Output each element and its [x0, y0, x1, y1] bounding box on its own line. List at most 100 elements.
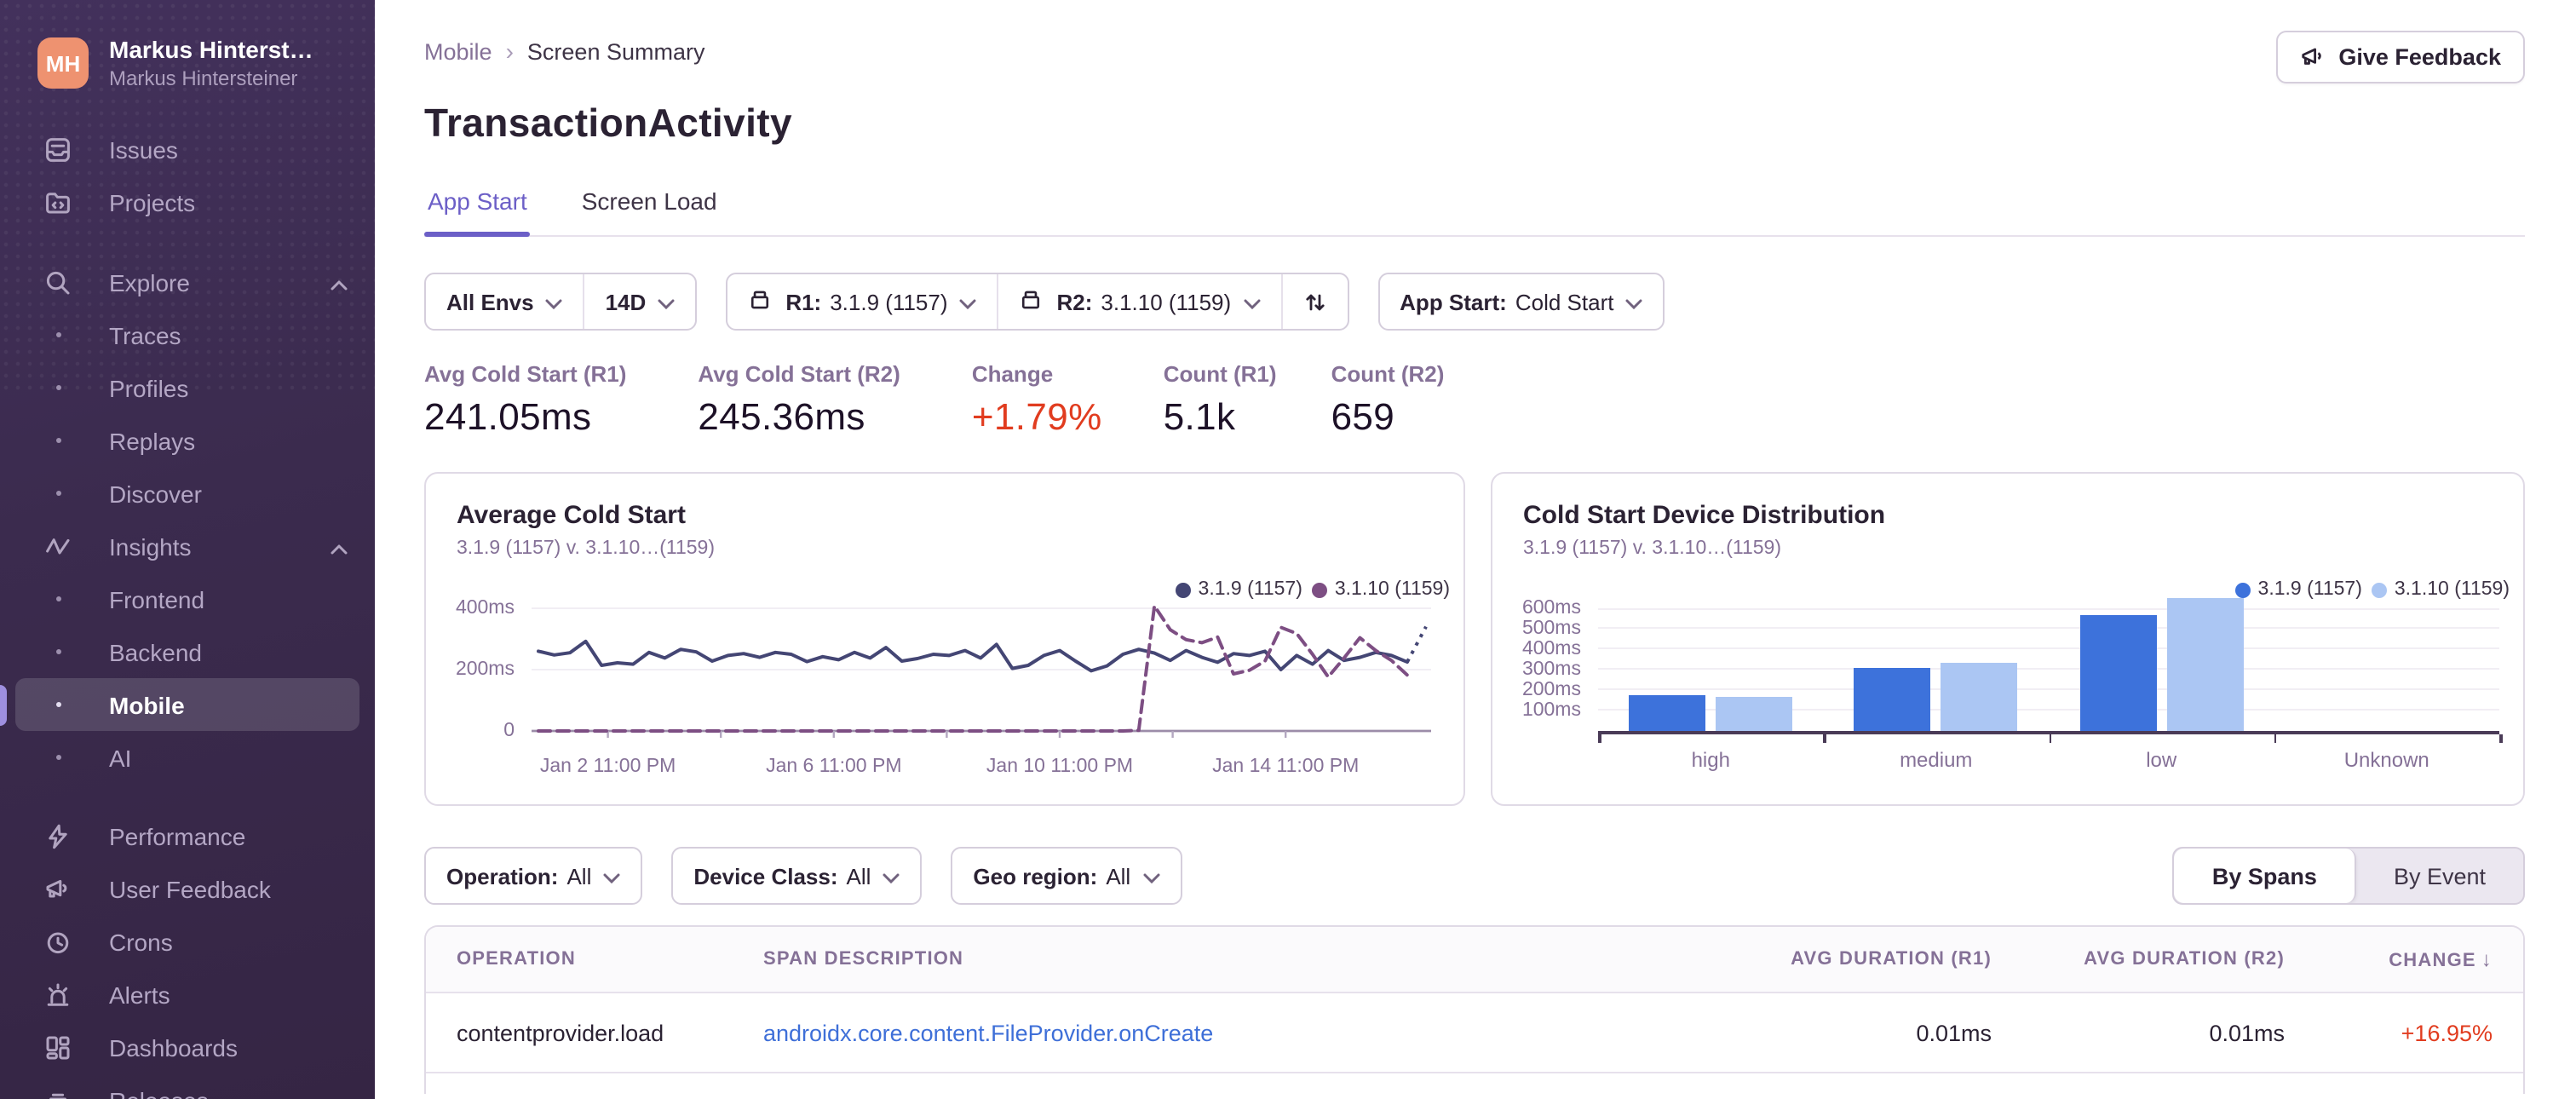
- legend-label: 3.1.9 (1157): [1198, 579, 1302, 600]
- device-class-filter-group: Device Class: All: [671, 847, 923, 905]
- device-distribution-chart-card: Cold Start Device Distribution 3.1.9 (11…: [1491, 472, 2525, 806]
- sidebar-item-insights[interactable]: Insights: [0, 520, 375, 573]
- sidebar-item-explore[interactable]: Explore: [0, 256, 375, 308]
- sidebar-item-label: Insights: [109, 532, 192, 560]
- bullet-icon: [44, 491, 72, 496]
- sidebar-item-frontend[interactable]: Frontend: [0, 573, 375, 625]
- search-icon: [44, 268, 72, 296]
- sidebar-item-label: Frontend: [109, 585, 205, 613]
- cell-operation: contentprovider.load: [457, 1020, 664, 1045]
- bar-group-unknown[interactable]: [2274, 598, 2500, 731]
- sidebar-item-discover[interactable]: Discover: [0, 467, 375, 520]
- org-switcher[interactable]: MH Markus Hinterst… Markus Hintersteiner: [37, 36, 354, 90]
- sidebar-item-dashboards[interactable]: Dashboards: [0, 1021, 375, 1073]
- sidebar-item-label: Issues: [109, 135, 178, 163]
- bullet-icon: [44, 385, 72, 390]
- column-header-avg-duration-r2[interactable]: AVG DURATION (R2): [1992, 949, 2285, 970]
- environment-filter[interactable]: All Envs: [426, 274, 584, 329]
- release-1-filter[interactable]: R1: 3.1.9 (1157): [727, 274, 997, 329]
- cell-span-description-link[interactable]: androidx.core.content.FileProvider.onCre…: [763, 1020, 1702, 1045]
- chart-title: Cold Start Device Distribution: [1523, 501, 1886, 530]
- swap-releases-button[interactable]: [1280, 274, 1347, 329]
- give-feedback-label: Give Feedback: [2338, 44, 2501, 70]
- breadcrumb-mobile[interactable]: Mobile: [424, 38, 492, 64]
- sidebar-item-user-feedback[interactable]: User Feedback: [0, 862, 375, 915]
- column-header-change[interactable]: CHANGE ↓: [2285, 947, 2523, 971]
- sidebar-item-issues[interactable]: Issues: [0, 123, 375, 175]
- breadcrumb-current: Screen Summary: [526, 38, 705, 64]
- bar[interactable]: [1716, 696, 1793, 731]
- chevron-up-icon[interactable]: [331, 268, 348, 296]
- y-axis-labels: 0 200ms 400ms: [455, 597, 515, 740]
- release-icon: [1020, 287, 1044, 316]
- operation-filter[interactable]: Operation: All: [426, 849, 641, 903]
- projects-icon: [44, 188, 72, 216]
- sidebar: MH Markus Hinterst… Markus Hintersteiner…: [0, 0, 375, 1099]
- column-header-operation[interactable]: OPERATION: [426, 949, 763, 970]
- sidebar-item-projects[interactable]: Projects: [0, 175, 375, 228]
- table-row-partial[interactable]: [426, 1073, 2523, 1094]
- sidebar-item-label: User Feedback: [109, 875, 271, 902]
- tab-screen-load[interactable]: Screen Load: [578, 187, 721, 235]
- sidebar-item-ai[interactable]: AI: [0, 731, 375, 784]
- by-spans-toggle[interactable]: By Spans: [2174, 849, 2356, 903]
- chevron-up-icon[interactable]: [331, 532, 348, 560]
- device-class-filter[interactable]: Device Class: All: [673, 849, 920, 903]
- sidebar-item-releases[interactable]: Releases: [0, 1073, 375, 1099]
- sidebar-item-performance[interactable]: Performance: [0, 809, 375, 862]
- sidebar-item-label: Dashboards: [109, 1033, 238, 1061]
- sidebar-item-label: Profiles: [109, 374, 189, 401]
- app-start-type-group: App Start: Cold Start: [1377, 273, 1665, 331]
- env-date-filter-group: All Envs 14D: [424, 273, 698, 331]
- bar-group-high[interactable]: [1598, 598, 1824, 731]
- geo-region-filter[interactable]: Geo region: All: [952, 849, 1180, 903]
- chart-subtitle: 3.1.9 (1157) v. 3.1.10…(1159): [457, 538, 716, 559]
- megaphone-icon: [44, 875, 72, 902]
- cell-avg-duration-r2: 0.01ms: [2209, 1020, 2285, 1045]
- line-chart-plot[interactable]: 0 200ms 400ms Jan 2 11:00 PM Jan 6 11:00 PM…: [456, 597, 1440, 784]
- user-name: Markus Hintersteiner: [109, 66, 298, 90]
- sidebar-item-label: Performance: [109, 822, 246, 849]
- sidebar-item-backend[interactable]: Backend: [0, 625, 375, 678]
- app-start-type-filter[interactable]: App Start: Cold Start: [1379, 274, 1663, 329]
- bar[interactable]: [2166, 598, 2244, 731]
- by-event-toggle[interactable]: By Event: [2356, 849, 2523, 903]
- app-root: MH Markus Hinterst… Markus Hintersteiner…: [0, 0, 2576, 1099]
- tab-app-start[interactable]: App Start: [424, 187, 532, 237]
- sidebar-item-profiles[interactable]: Profiles: [0, 361, 375, 414]
- geo-region-filter-group: Geo region: All: [951, 847, 1182, 905]
- swap-icon: [1305, 293, 1324, 310]
- date-range-filter[interactable]: 14D: [583, 274, 696, 329]
- sidebar-item-label: Crons: [109, 928, 173, 955]
- legend-dot-r2: [2372, 582, 2388, 597]
- chevron-down-icon: [1243, 289, 1260, 314]
- legend-dot-r2: [1312, 582, 1328, 597]
- bar-chart-plot[interactable]: 100ms 200ms 300ms 400ms 500ms 600ms high mediu…: [1522, 598, 2502, 772]
- sidebar-item-alerts[interactable]: Alerts: [0, 968, 375, 1021]
- table-row[interactable]: contentprovider.load androidx.core.conte…: [426, 993, 2523, 1073]
- bar[interactable]: [1629, 695, 1706, 731]
- insights-icon: [44, 532, 72, 560]
- bar[interactable]: [2079, 614, 2157, 731]
- metric-avg-cold-start-r2: Avg Cold Start (R2) 245.36ms: [698, 361, 900, 438]
- spans-table: OPERATION SPAN DESCRIPTION AVG DURATION …: [424, 925, 2525, 1094]
- bar[interactable]: [1854, 667, 1931, 731]
- sidebar-nav: Issues Projects Explore Traces Profiles …: [0, 123, 375, 1099]
- column-header-span-description[interactable]: SPAN DESCRIPTION: [763, 949, 1702, 970]
- chevron-down-icon: [658, 289, 675, 314]
- sidebar-item-crons[interactable]: Crons: [0, 915, 375, 968]
- chart-title: Average Cold Start: [457, 501, 686, 530]
- metric-count-r2: Count (R2) 659: [1331, 361, 1445, 438]
- column-header-avg-duration-r1[interactable]: AVG DURATION (R1): [1702, 949, 1992, 970]
- give-feedback-button[interactable]: Give Feedback: [2275, 31, 2525, 83]
- sidebar-item-traces[interactable]: Traces: [0, 308, 375, 361]
- sidebar-item-mobile[interactable]: Mobile: [15, 678, 359, 731]
- release-icon: [748, 287, 772, 316]
- legend-dot-r1: [2235, 582, 2251, 597]
- sidebar-item-replays[interactable]: Replays: [0, 414, 375, 467]
- release-2-filter[interactable]: R2: 3.1.10 (1159): [997, 274, 1281, 329]
- sidebar-item-label: Backend: [109, 638, 202, 665]
- bar-group-medium[interactable]: [1824, 598, 2050, 731]
- bar-group-low[interactable]: [2049, 598, 2274, 731]
- bar[interactable]: [1941, 663, 2018, 731]
